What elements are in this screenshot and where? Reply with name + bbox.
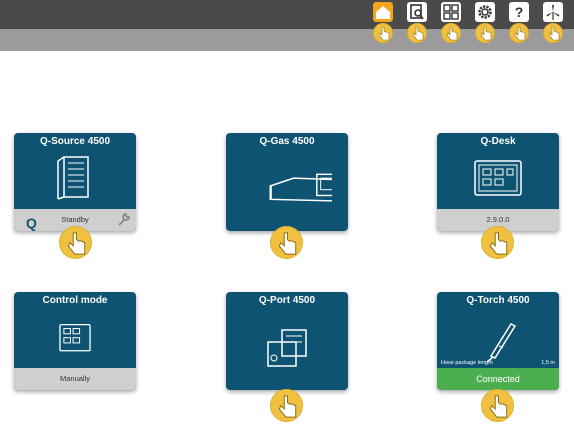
tile-title: Q-Desk <box>480 136 516 147</box>
hose-value: 1,5 m <box>541 360 555 366</box>
touch-hint-icon <box>543 23 563 43</box>
svg-text:?: ? <box>515 4 524 20</box>
modules-grid-icon <box>443 4 459 20</box>
status-text: Standby <box>61 215 89 224</box>
touch-hint-icon <box>441 23 461 43</box>
connection-status: Connected <box>437 368 559 390</box>
fan-button[interactable] <box>543 2 563 22</box>
tile-q-port[interactable]: Q-Port 4500 <box>226 292 348 390</box>
help-button[interactable]: ? <box>509 2 529 22</box>
tile-title: Q-Gas 4500 <box>259 136 315 147</box>
torch-icon <box>486 323 517 363</box>
fan-icon <box>546 5 560 20</box>
q-logo: Q <box>26 215 37 231</box>
home-icon <box>376 6 390 19</box>
touch-hint-icon <box>270 389 303 422</box>
gear-icon <box>478 5 492 19</box>
mode-bar: Manually <box>14 368 136 390</box>
touch-hint-icon <box>270 226 303 259</box>
touch-hint-icon <box>481 389 514 422</box>
wrench-icon[interactable] <box>117 213 130 226</box>
port-unit-icon <box>267 329 307 367</box>
touch-hint-icon <box>509 23 529 43</box>
touch-hint-icon <box>373 23 393 43</box>
touch-hint-icon <box>407 23 427 43</box>
modules-button[interactable] <box>441 2 461 22</box>
search-button[interactable] <box>407 2 427 22</box>
control-panel-icon <box>59 323 91 352</box>
gas-unit-icon <box>269 173 332 202</box>
tile-control-mode[interactable]: Control mode Manually <box>14 292 136 390</box>
touch-hint-icon <box>481 226 514 259</box>
question-icon: ? <box>515 4 524 20</box>
tile-q-torch[interactable]: Q-Torch 4500 Hose package length 1,5 m C… <box>437 292 559 390</box>
tile-q-gas[interactable]: Q-Gas 4500 <box>226 133 348 231</box>
tile-title: Q-Source 4500 <box>39 136 111 147</box>
hose-label: Hose package length <box>441 360 493 366</box>
tile-q-source[interactable]: Q-Source 4500 Q Standby <box>14 133 136 231</box>
home-button[interactable] <box>373 2 393 22</box>
desk-monitor-icon <box>474 160 522 196</box>
document-search-icon <box>410 4 424 20</box>
tile-title: Q-Port 4500 <box>258 295 316 306</box>
power-source-icon <box>57 156 89 200</box>
settings-button[interactable] <box>475 2 495 22</box>
tile-title: Q-Torch 4500 <box>466 295 530 306</box>
tile-q-desk[interactable]: Q-Desk 2.9.0.0 <box>437 133 559 231</box>
hose-row: Hose package length 1,5 m <box>441 360 555 366</box>
touch-hint-icon <box>59 226 92 259</box>
touch-hint-icon <box>475 23 495 43</box>
tile-title: Control mode <box>42 295 108 306</box>
